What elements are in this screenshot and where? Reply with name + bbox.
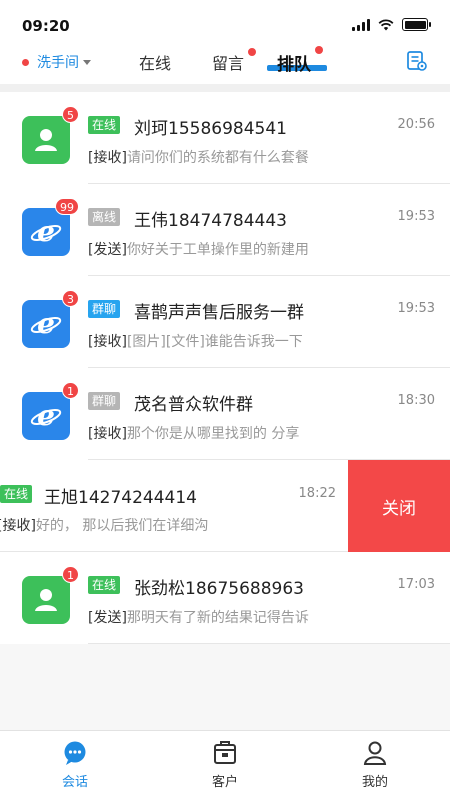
customer-icon (214, 741, 236, 764)
tab-messages[interactable]: 留言 (212, 48, 256, 74)
avatar: 1 (22, 566, 79, 624)
user-icon (363, 741, 387, 765)
list-empty-area (0, 644, 450, 730)
message-direction: [发送] (88, 242, 127, 258)
browser-e-icon: e (30, 399, 62, 432)
conversation-row[interactable]: 5 在线 刘珂15586984541 20:56 [接收]请问你们的系统都有什么… (0, 92, 450, 184)
message-time: 18:22 (298, 486, 336, 501)
signal-icon (352, 18, 370, 31)
swiped-row-content[interactable]: 在线 王旭14274244414 18:22 [接收]好的， 那以后我们在详细沟 (0, 460, 348, 552)
svg-text:e: e (37, 215, 55, 248)
header-divider (0, 84, 450, 92)
conversation-row[interactable]: e 99 离线 王伟18474784443 19:53 [发送]你好关于工单操作… (0, 184, 450, 276)
conversation-row-swiped[interactable]: 在线 王旭14274244414 18:22 [接收]好的， 那以后我们在详细沟… (0, 460, 450, 552)
status-tag: 离线 (88, 208, 121, 226)
tab-queue-label: 排队 (277, 55, 311, 75)
message-text: 你好关于工单操作里的新建用 (126, 242, 309, 258)
message-text: 好的， 那以后我们在详细沟 (35, 518, 209, 534)
status-tag: 群聊 (88, 392, 121, 410)
nav-profile[interactable]: 我的 (300, 731, 450, 800)
tab-messages-label: 留言 (212, 54, 245, 73)
close-conversation-button[interactable]: 关闭 (348, 460, 450, 552)
nav-sessions[interactable]: 会话 (0, 731, 150, 800)
avatar: 5 (22, 106, 79, 164)
contact-name: 张劲松18675688963 (134, 579, 304, 599)
bottom-nav: 会话 客户 我的 (0, 730, 450, 800)
tab-queue[interactable]: 排队 (277, 46, 323, 75)
message-direction: [接收] (88, 150, 127, 166)
message-preview: [接收][图片][文件]谁能告诉我一下 (88, 331, 350, 351)
nav-profile-label: 我的 (361, 775, 388, 790)
message-direction: [接收] (88, 334, 127, 350)
browser-e-icon: e (30, 307, 62, 340)
contact-name: 刘珂15586984541 (134, 119, 287, 139)
conversation-list: 5 在线 刘珂15586984541 20:56 [接收]请问你们的系统都有什么… (0, 92, 450, 644)
message-time: 19:53 (397, 301, 435, 316)
message-time: 17:03 (397, 577, 435, 592)
avatar: e 3 (22, 290, 79, 348)
status-tag: 在线 (88, 116, 121, 134)
message-time: 20:56 (397, 117, 435, 132)
group-selector-label: 洗手间 (37, 55, 79, 71)
unread-count-badge: 5 (62, 106, 79, 123)
group-selector[interactable]: 洗手间 (22, 52, 91, 72)
tab-online[interactable]: 在线 (139, 50, 171, 74)
online-status-dot (22, 58, 29, 66)
message-time: 18:30 (397, 393, 435, 408)
caret-down-icon (83, 59, 91, 65)
avatar: e 99 (22, 198, 79, 256)
contact-name: 茂名普众软件群 (134, 395, 253, 415)
message-direction: [接收] (88, 426, 127, 442)
svg-text:e: e (37, 307, 55, 340)
conversation-row[interactable]: e 1 群聊 茂名普众软件群 18:30 [接收]那个你是从哪里找到的 分享 (0, 368, 450, 460)
message-preview: [接收]好的， 那以后我们在详细沟 (0, 515, 259, 535)
contact-name: 喜鹊声声售后服务一群 (134, 303, 304, 323)
document-settings-icon[interactable] (406, 50, 428, 72)
status-bar: 09:20 (0, 0, 450, 46)
wifi-icon (378, 18, 394, 30)
message-text: 那个你是从哪里找到的 分享 (126, 426, 300, 442)
contact-name: 王伟18474784443 (134, 211, 287, 231)
message-text: 那明天有了新的结果记得告诉 (126, 610, 309, 626)
message-time: 19:53 (397, 209, 435, 224)
status-tag: 群聊 (88, 300, 121, 318)
svg-text:e: e (37, 399, 55, 432)
unread-count-badge: 3 (62, 290, 79, 307)
unread-count-badge: 1 (62, 566, 79, 583)
conversation-row[interactable]: e 3 群聊 喜鹊声声售后服务一群 19:53 [接收][图片][文件]谁能告诉… (0, 276, 450, 368)
contact-name: 王旭14274244414 (44, 488, 197, 508)
message-preview: [接收]请问你们的系统都有什么套餐 (88, 147, 350, 167)
browser-e-icon: e (30, 215, 62, 248)
top-tab-bar: 洗手间 在线 留言 排队 (0, 46, 450, 84)
message-preview: [接收]那个你是从哪里找到的 分享 (88, 423, 350, 443)
nav-sessions-label: 会话 (61, 775, 88, 790)
message-preview: [发送]你好关于工单操作里的新建用 (88, 239, 350, 259)
status-tag: 在线 (0, 485, 33, 503)
conversation-row[interactable]: 1 在线 张劲松18675688963 17:03 [发送]那明天有了新的结果记… (0, 552, 450, 644)
nav-customers[interactable]: 客户 (150, 731, 300, 800)
unread-count-badge: 1 (62, 382, 79, 399)
unread-dot (248, 48, 256, 56)
message-text: 请问你们的系统都有什么套餐 (126, 150, 309, 166)
person-icon (35, 129, 57, 151)
person-icon (35, 589, 57, 611)
message-direction: [发送] (88, 610, 127, 626)
message-preview: [发送]那明天有了新的结果记得告诉 (88, 607, 350, 627)
tab-online-label: 在线 (139, 54, 172, 73)
status-icons (352, 18, 431, 31)
status-time: 09:20 (22, 17, 70, 35)
avatar: e 1 (22, 382, 79, 440)
message-text: [图片][文件]谁能告诉我一下 (126, 334, 303, 350)
battery-icon (402, 18, 431, 31)
message-direction: [接收] (0, 518, 36, 534)
chat-bubble-icon (64, 741, 86, 765)
nav-customers-label: 客户 (211, 775, 238, 790)
unread-count-badge: 99 (55, 198, 79, 215)
status-tag: 在线 (88, 576, 121, 594)
unread-dot (315, 46, 323, 54)
